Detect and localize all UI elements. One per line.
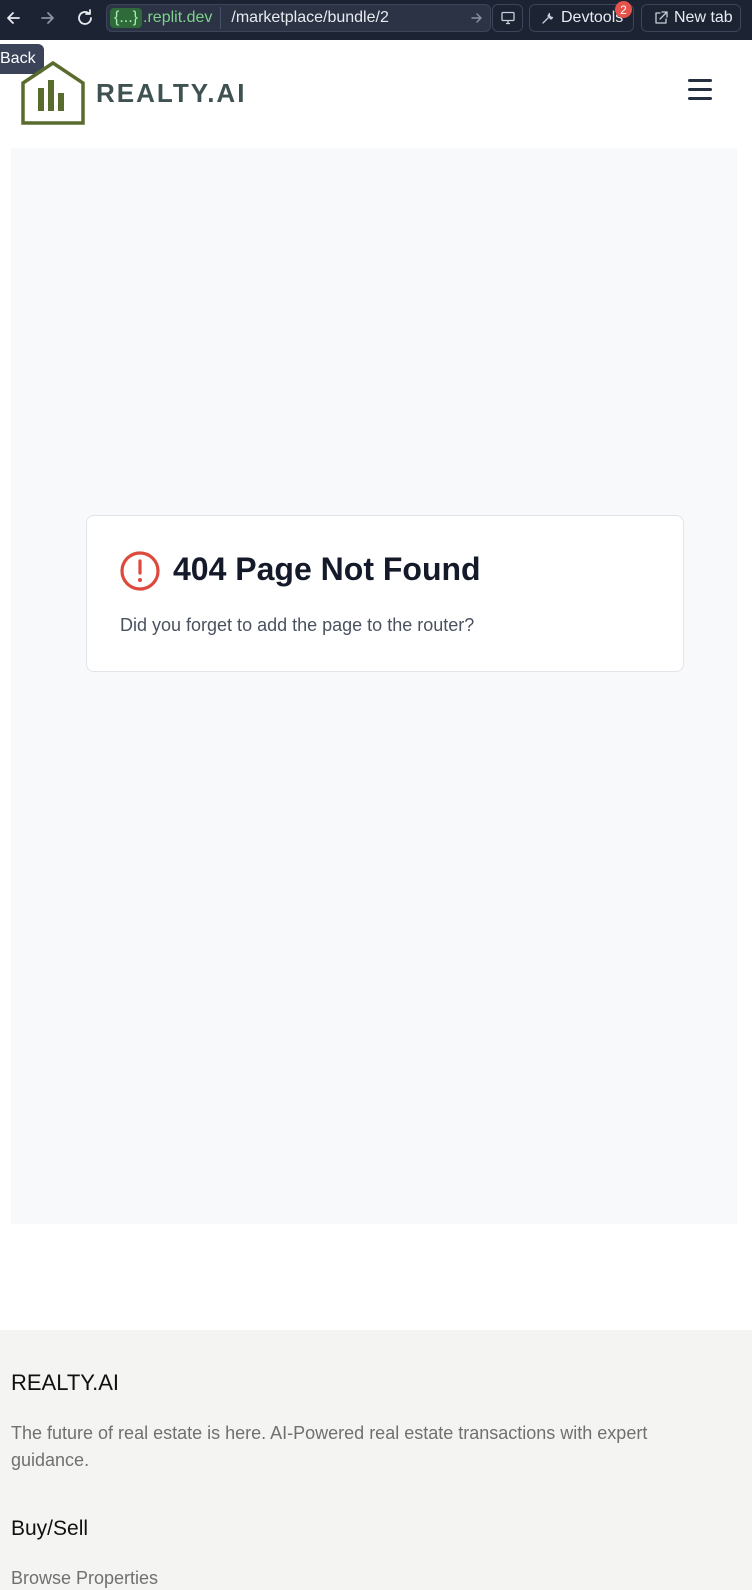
forward-arrow-icon[interactable] [36,0,60,36]
logo-house-icon[interactable] [20,60,86,126]
screen-toggle-button[interactable] [492,4,523,32]
footer-tagline: The future of real estate is here. AI-Po… [11,1423,648,1470]
error-message: Did you forget to add the page to the ro… [120,615,475,635]
footer-link-browse-properties[interactable]: Browse Properties [11,1568,158,1589]
reload-icon[interactable] [72,0,98,36]
go-arrow-icon[interactable] [464,12,490,24]
logo-text[interactable]: REALTY.AI [96,78,246,109]
hamburger-menu-icon[interactable] [686,76,716,102]
url-bar[interactable]: {...} .replit.dev /marketplace/bundle/2 [106,4,491,32]
monitor-icon [500,11,515,25]
devtools-label: Devtools [561,9,624,26]
new-tab-button[interactable]: New tab [641,4,741,32]
error-title: 404 Page Not Found [173,551,481,587]
new-tab-label: New tab [674,9,733,26]
devtools-badge: 2 [615,1,632,18]
external-link-icon [655,11,668,24]
browser-toolbar: {...} .replit.dev /marketplace/bundle/2 D… [0,0,752,40]
url-path[interactable]: /marketplace/bundle/2 [231,9,464,27]
domain-prefix: {...} [110,8,143,28]
alert-circle-icon [120,551,160,591]
domain-suffix: .replit.dev [143,9,213,26]
error-card: 404 Page Not Found Did you forget to add… [86,515,684,672]
footer-heading-buy-sell: Buy/Sell [11,1517,89,1540]
domain-chip[interactable]: {...} .replit.dev [110,7,222,29]
footer-brand: REALTY.AI [11,1370,120,1395]
back-arrow-icon[interactable] [2,0,24,36]
devtools-button[interactable]: Devtools 2 [529,1,634,32]
main-content: 404 Page Not Found Did you forget to add… [11,148,737,1224]
wrench-icon [542,12,554,24]
footer: REALTY.AI The future of real estate is h… [0,1330,752,1590]
